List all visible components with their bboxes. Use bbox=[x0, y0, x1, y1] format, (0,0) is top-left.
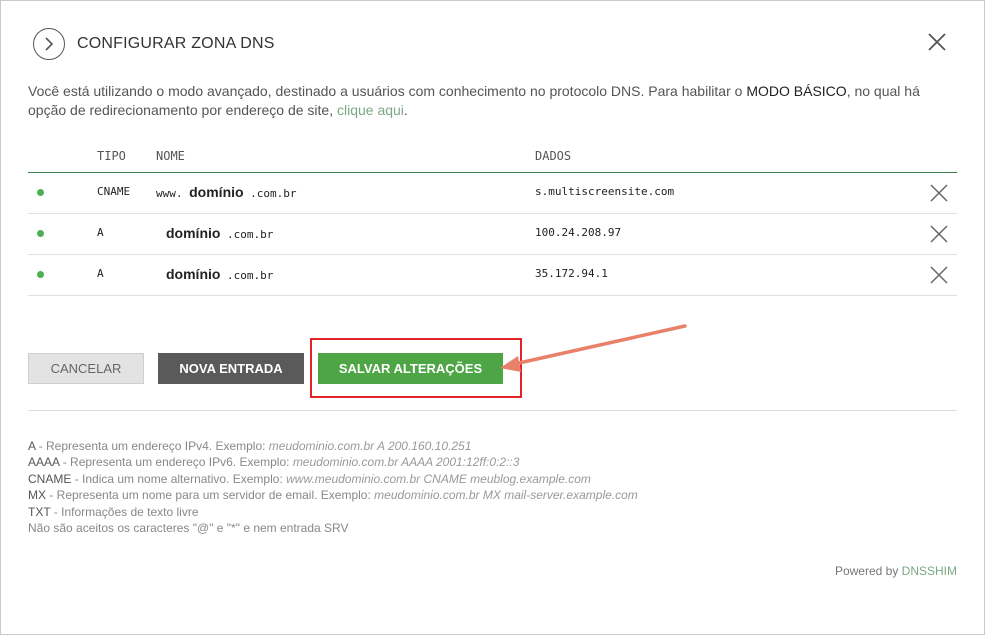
legend-key: AAAA bbox=[28, 455, 60, 470]
table-header: TIPO NOME DADOS bbox=[28, 140, 957, 173]
row-tipo: CNAME bbox=[97, 185, 131, 198]
powered-by: Powered by DNSSHIM bbox=[835, 564, 957, 578]
row-domain: domínio bbox=[166, 225, 221, 241]
legend-item: CNAME - Indica um nome alternativo. Exem… bbox=[28, 471, 638, 487]
cancel-button[interactable]: CANCELAR bbox=[28, 353, 144, 384]
legend-key: TXT bbox=[28, 504, 51, 519]
row-nome: www. domínio .com.br bbox=[156, 184, 297, 200]
row-dados: 35.172.94.1 bbox=[535, 267, 608, 280]
row-tipo: A bbox=[97, 267, 104, 280]
row-suffix: .com.br bbox=[220, 228, 274, 241]
legend-desc: - Informações de texto livre bbox=[50, 504, 199, 519]
legend-item: MX - Representa um nome para um servidor… bbox=[28, 487, 638, 503]
dialog-header: CONFIGURAR ZONA DNS bbox=[33, 28, 275, 60]
new-entry-button[interactable]: NOVA ENTRADA bbox=[158, 353, 304, 384]
row-dados: 100.24.208.97 bbox=[535, 226, 622, 239]
legend-desc: - Representa um endereço IPv4. Exemplo: bbox=[35, 439, 269, 453]
record-types-legend: A - Representa um endereço IPv4. Exemplo… bbox=[28, 438, 638, 536]
legend-example: www.meudominio.com.br CNAME meublog.exam… bbox=[286, 471, 591, 486]
legend-desc: - Representa um nome para um servidor de… bbox=[46, 488, 375, 503]
intro-mode-basic: MODO BÁSICO bbox=[746, 83, 847, 99]
powered-by-text: Powered by bbox=[834, 564, 902, 578]
legend-key: CNAME bbox=[28, 471, 72, 486]
header-tipo: TIPO bbox=[97, 149, 126, 163]
delete-x-icon[interactable] bbox=[929, 183, 949, 203]
table-row: CNAME www. domínio .com.br s.multiscreen… bbox=[28, 173, 957, 214]
close-icon[interactable] bbox=[925, 30, 949, 54]
intro-text: Você está utilizando o modo avançado, de… bbox=[28, 82, 958, 120]
row-suffix: .com.br bbox=[243, 187, 297, 200]
legend-example: meudominio.com.br A 200.160.10.251 bbox=[268, 439, 472, 453]
row-dados: s.multiscreensite.com bbox=[535, 185, 675, 198]
delete-x-icon[interactable] bbox=[929, 224, 949, 244]
legend-item: A - Representa um endereço IPv4. Exemplo… bbox=[28, 438, 638, 454]
legend-item: AAAA - Representa um endereço IPv6. Exem… bbox=[28, 454, 638, 470]
legend-note: Não são aceitos os caracteres "@" e "*" … bbox=[28, 521, 349, 536]
divider bbox=[28, 410, 957, 411]
row-domain: domínio bbox=[189, 184, 244, 200]
click-here-link[interactable]: clique aqui bbox=[337, 102, 404, 118]
legend-key: MX bbox=[28, 488, 46, 503]
row-nome: domínio .com.br bbox=[166, 266, 273, 282]
header-dados: DADOS bbox=[535, 149, 572, 163]
intro-part1: Você está utilizando o modo avançado, de… bbox=[28, 83, 747, 99]
status-dot-icon bbox=[37, 271, 44, 278]
annotation-arrow-icon bbox=[500, 324, 687, 372]
dns-records-table: TIPO NOME DADOS CNAME www. domínio .com.… bbox=[28, 140, 957, 296]
row-tipo: A bbox=[97, 226, 104, 239]
row-nome: domínio .com.br bbox=[166, 225, 273, 241]
row-suffix: .com.br bbox=[220, 269, 274, 282]
intro-end: . bbox=[403, 102, 408, 118]
row-domain: domínio bbox=[166, 266, 221, 282]
legend-desc: - Representa um endereço IPv6. Exemplo: bbox=[59, 455, 293, 470]
legend-example: meudominio.com.br AAAA 2001:12ff:0:2::3 bbox=[292, 455, 520, 470]
legend-item: TXT - Informações de texto livre bbox=[28, 504, 638, 520]
delete-x-icon[interactable] bbox=[929, 265, 949, 285]
dnsshim-link[interactable]: DNSSHIM bbox=[902, 564, 957, 578]
status-dot-icon bbox=[37, 189, 44, 196]
dialog-title: CONFIGURAR ZONA DNS bbox=[77, 35, 275, 52]
legend-desc: - Indica um nome alternativo. Exemplo: bbox=[71, 471, 287, 486]
chevron-right-circle-icon[interactable] bbox=[33, 28, 65, 60]
table-row: A domínio .com.br 35.172.94.1 bbox=[28, 255, 957, 296]
table-row: A domínio .com.br 100.24.208.97 bbox=[28, 214, 957, 255]
row-prefix: www. bbox=[156, 187, 190, 200]
legend-example: meudominio.com.br MX mail-server.example… bbox=[374, 488, 638, 503]
header-nome: NOME bbox=[156, 149, 185, 163]
status-dot-icon bbox=[37, 230, 44, 237]
